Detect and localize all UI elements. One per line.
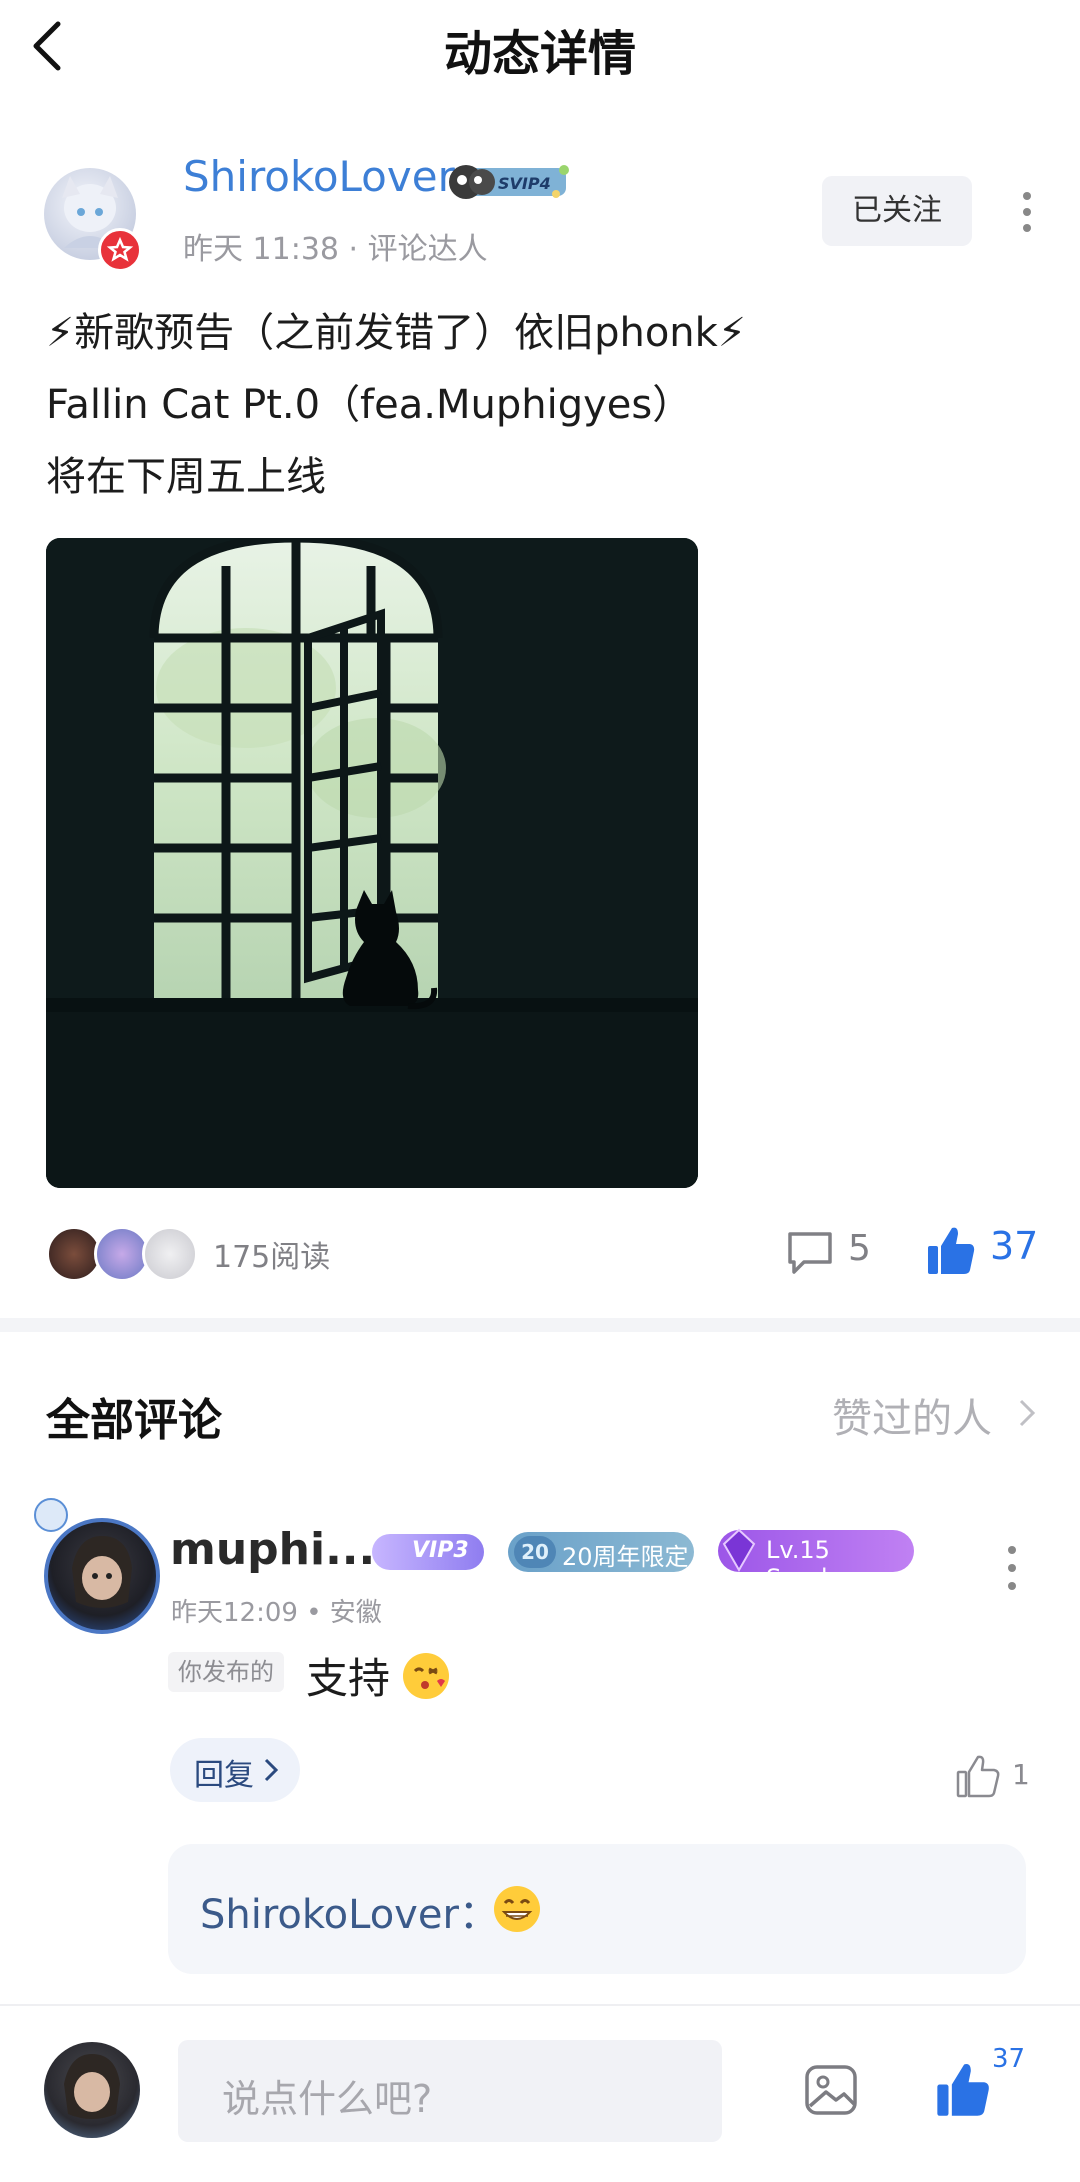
comment-meta: 昨天12:09 • 安徽 <box>171 1598 382 1628</box>
page-title: 动态详情 <box>443 26 636 82</box>
anniversary-badge: 20 20周年限定 <box>508 1532 694 1572</box>
grin-emoji-icon <box>494 1886 540 1932</box>
image-icon[interactable] <box>804 2064 858 2116</box>
more-options-icon[interactable] <box>1014 188 1042 238</box>
level-badge-label: Lv.15 Spark_ <box>766 1536 847 1592</box>
sub-reply-name[interactable]: ShirokoLover： <box>200 1882 499 1940</box>
post-text-line-1: ⚡新歌预告（之前发错了）依旧phonk⚡ <box>46 310 746 356</box>
gem-icon <box>720 1528 758 1573</box>
post-text-line-3: 将在下周五上线 <box>46 454 326 500</box>
level-badge: Lv.15 Spark_ <box>718 1528 914 1592</box>
post-text-line-2: Fallin Cat Pt.0（fea.Muphigyes） <box>46 382 693 428</box>
my-avatar[interactable] <box>44 2042 140 2138</box>
post-meta: 昨天 11:38 · 评论达人 <box>183 232 488 267</box>
comment-more-icon[interactable] <box>1000 1544 1024 1594</box>
reply-label: 回复 <box>194 1758 254 1793</box>
author-tag: 你发布的 <box>168 1652 284 1692</box>
comment-icon[interactable] <box>786 1230 834 1276</box>
kiss-emoji-icon <box>403 1653 450 1699</box>
commenter-avatar[interactable] <box>44 1518 160 1634</box>
comments-title: 全部评论 <box>46 1395 222 1446</box>
comment-text: 支持 <box>306 1645 450 1706</box>
bottom-divider <box>0 2004 1080 2006</box>
svip-badge-label: SVIP4 <box>498 174 551 193</box>
thumbs-up-icon[interactable] <box>926 1224 976 1276</box>
bottom-thumbs-up-icon[interactable] <box>934 2060 992 2118</box>
author-name[interactable]: ShirokoLover <box>183 152 455 201</box>
chevron-right-icon[interactable] <box>1018 1398 1036 1428</box>
post-image[interactable] <box>46 538 698 1188</box>
anniversary-logo: 20 <box>514 1536 556 1568</box>
commenter-name[interactable]: muphi... <box>170 1524 375 1575</box>
vip3-badge-label: VIP3 <box>412 1538 469 1563</box>
anniversary-badge-label: 20周年限定 <box>562 1543 689 1571</box>
comment-input-placeholder: 说点什么吧? <box>222 2077 433 2121</box>
reply-button[interactable]: 回复 <box>170 1738 300 1802</box>
like-count: 37 <box>990 1224 1039 1268</box>
section-divider <box>0 1318 1080 1332</box>
read-count: 175阅读 <box>213 1240 331 1275</box>
follow-button[interactable]: 已关注 <box>822 176 972 246</box>
reader-avatar[interactable] <box>142 1226 198 1282</box>
sub-reply-box[interactable]: ShirokoLover： <box>168 1844 1026 1974</box>
svip-badge: SVIP4 <box>448 160 572 202</box>
liked-people-link[interactable]: 赞过的人 <box>832 1386 992 1444</box>
top-bar: 动态详情 <box>0 0 1080 100</box>
vip3-badge: VIP3 <box>372 1534 484 1570</box>
comment-like-count: 1 <box>1012 1758 1030 1791</box>
comment-text-label: 支持 <box>306 1654 391 1703</box>
comment-thumbs-up-icon[interactable] <box>956 1754 1000 1798</box>
star-badge-icon <box>98 228 142 272</box>
bottom-like-count: 37 <box>992 2044 1026 2074</box>
chevron-right-icon <box>264 1758 278 1782</box>
comment-input[interactable]: 说点什么吧? <box>178 2040 722 2142</box>
comment-count: 5 <box>848 1228 871 1269</box>
